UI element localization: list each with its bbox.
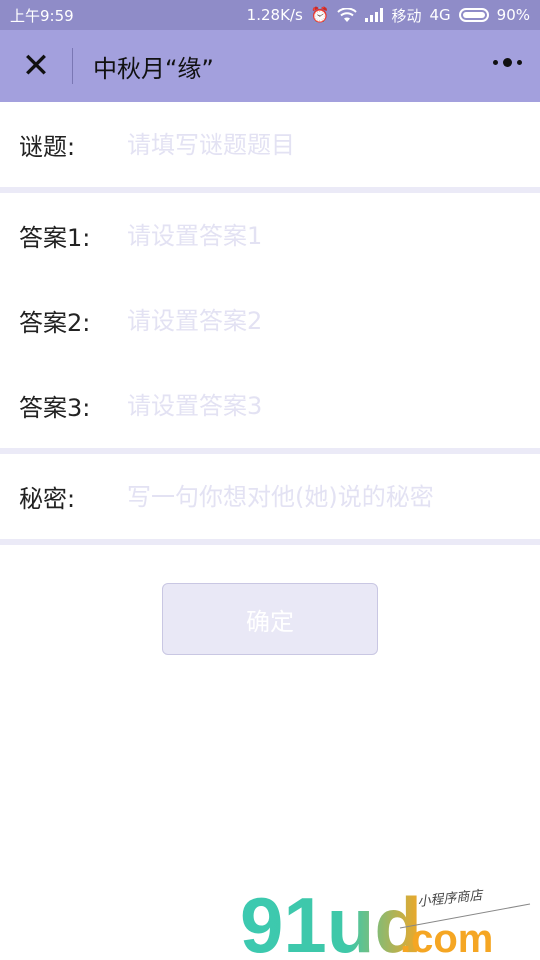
confirm-button[interactable]: 确定 (162, 583, 378, 655)
answer2-input[interactable] (127, 306, 540, 335)
watermark-domain: .com (400, 917, 493, 960)
riddle-input[interactable] (127, 130, 540, 159)
signal-icon (365, 8, 384, 22)
carrier: 移动 (391, 6, 422, 25)
close-icon[interactable]: ✕ (0, 30, 72, 102)
more-menu-icon[interactable] (493, 58, 522, 67)
answer2-label: 答案2: (19, 309, 91, 337)
wifi-icon (337, 7, 358, 22)
page-title: 中秋月“缘” (93, 54, 214, 83)
answer1-input[interactable] (127, 221, 540, 250)
secret-input[interactable] (127, 482, 540, 511)
nav-divider (72, 48, 73, 84)
riddle-row: 谜题: (0, 102, 540, 187)
answer1-row: 答案1: (0, 193, 540, 278)
riddle-label: 谜题: (19, 133, 76, 161)
battery-icon (458, 8, 489, 22)
status-indicators: 1.28K/s ⏰ 移动 4G 90% (247, 5, 530, 26)
answer3-input[interactable] (127, 391, 540, 420)
network-type: 4G (429, 6, 451, 24)
answer2-row: 答案2: (0, 278, 540, 363)
answer1-label: 答案1: (19, 224, 91, 252)
alarm-icon: ⏰ (310, 6, 330, 24)
secret-label: 秘密: (19, 485, 76, 513)
riddle-form: 谜题: 答案1: 答案2: 答案3: 秘密: (0, 102, 540, 545)
network-speed: 1.28K/s (246, 6, 303, 24)
status-time: 上午9:59 (10, 6, 74, 25)
watermark-tagline: 小程序商店 (417, 888, 485, 910)
status-bar: 上午9:59 1.28K/s ⏰ 移动 4G 90% (0, 0, 540, 30)
secret-row: 秘密: (0, 454, 540, 539)
answer3-label: 答案3: (19, 394, 91, 422)
watermark-brand: 91ud (240, 881, 422, 960)
battery-level: 90% (496, 6, 530, 24)
navigation-bar: ✕ 中秋月“缘” (0, 30, 540, 102)
answer3-row: 答案3: (0, 363, 540, 448)
brand-watermark: 91ud .com 小程序商店 (240, 881, 531, 960)
section-separator (0, 539, 540, 545)
